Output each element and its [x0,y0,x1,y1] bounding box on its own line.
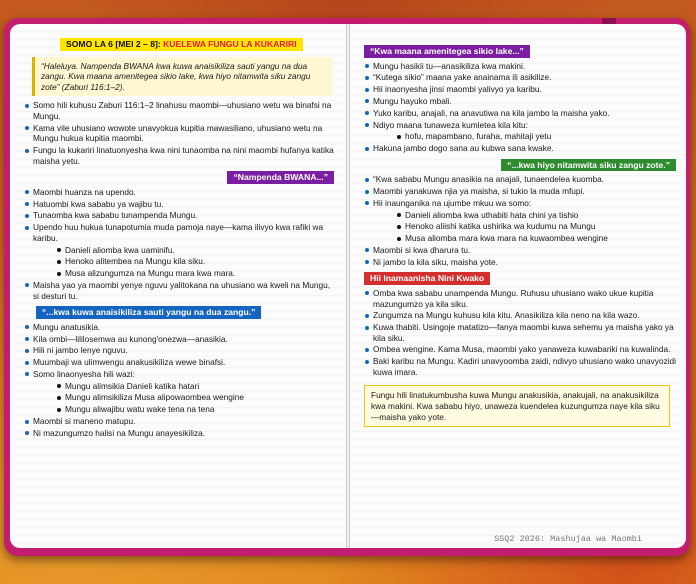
list-item: Omba kwa sababu unampenda Mungu. Ruhusu … [364,288,676,309]
list-item: Hatuombi kwa sababu ya wajibu tu. [24,199,334,210]
memory-verse-quote: “Haleluya. Nampenda BWANA kwa kuwa anais… [32,56,332,97]
list-item: Mungu hayuko mbali. [364,96,676,107]
lesson-title: KUELEWA FUNGU LA KUKARIRI [163,39,297,49]
list-item: Yuko karibu, anajali, na anavutiwa na ki… [364,108,676,119]
list-item: Zungumza na Mungu kuhusu kila kitu. Anas… [364,310,676,321]
lesson-number: SOMO LA 6 [MEI 2 – 8]: [66,39,161,49]
list-item: Ni mazungumzo halisi na Mungu anayesikil… [24,428,334,439]
section-header-love: “Nampenda BWANA...” [227,171,334,184]
closing-summary-box: Fungu hili linatukumbusha kuwa Mungu ana… [364,385,670,428]
section-header-hears: “...kwa kuwa anaisikiliza sauti yangu na… [36,306,262,319]
list-item: Hili ni jambo lenye nguvu. [24,345,334,356]
left-page: SOMO LA 6 [MEI 2 – 8]: KUELEWA FUNGU LA … [10,24,346,548]
list-item: Kama vile uhusiano wowote unavyokua kupi… [24,123,334,144]
list-item: Ni jambo la kila siku, maisha yote. [364,257,676,268]
list-item: Maisha yao ya maombi yenye nguvu yalitok… [24,280,334,301]
section-application-list: Omba kwa sababu unampenda Mungu. Ruhusu … [364,288,676,378]
list-item: Mungu anatusikia. [24,322,334,333]
right-page: “Kwa maana amenitegea sikio lake...” Mun… [350,24,686,548]
list-subitem: Mungu alimsikiliza Musa alipowaombea wen… [56,392,334,403]
list-item: Mungu hasikii tu—anasikiliza kwa makini. [364,61,676,72]
list-item: Fungu la kukariri linatuonyesha kwa nini… [24,145,334,166]
section-header-call: “...kwa hiyo nitamwita siku zangu zote.” [501,158,676,172]
list-item: Hii inaunganika na ujumbe mkuu wa somo: [364,198,676,209]
list-item: Baki karibu na Mungu. Kadiri unavyoomba … [364,356,676,377]
list-subitem: Danieli aliomba kwa uaminifu. [56,245,334,256]
section-header-ear: “Kwa maana amenitegea sikio lake...” [364,45,530,58]
section-call-list: “Kwa sababu Mungu anasikia na anajali, t… [364,174,676,267]
intro-list: Somo hili kuhusu Zaburi 116:1–2 linahusu… [24,100,334,166]
list-item: Hakuna jambo dogo sana au kubwa sana kwa… [364,143,676,154]
list-item: “Kutega sikio” maana yake anainama ili a… [364,72,676,83]
section-love-list: Maombi huanza na upendo. Hatuombi kwa sa… [24,187,334,301]
list-subitem: Musa alizungumza na Mungu mara kwa mara. [56,268,334,279]
list-subitem: Mungu aliwajibu watu wake tena na tena [56,404,334,415]
footer-caption: SSQ2 2026: Mashujaa wa Maombi [494,534,642,544]
lesson-header: SOMO LA 6 [MEI 2 – 8]: KUELEWA FUNGU LA … [60,38,303,51]
list-item: Somo linaonyesha hili wazi: [24,369,334,380]
list-item: Maombi yanakuwa njia ya maisha, si tukio… [364,186,676,197]
list-item: Somo hili kuhusu Zaburi 116:1–2 linahusu… [24,100,334,121]
list-subitem: Danieli aliomba kwa uthabiti hata chini … [396,210,676,221]
list-subitem: hofu, mapambano, furaha, mahitaji yetu [396,131,676,142]
list-item: Maombi si kwa dharura tu. [364,245,676,256]
list-subitem: Henoko aliishi katika ushirika wa kudumu… [396,221,676,232]
list-item: Maombi huanza na upendo. [24,187,334,198]
list-item: Kila ombi—lililosemwa au kunong'onezwa—a… [24,334,334,345]
list-subitem: Henoko alitembea na Mungu kila siku. [56,256,334,267]
list-item: “Kwa sababu Mungu anasikia na anajali, t… [364,174,676,185]
list-item: Upendo huu hukua tunapotumia muda pamoja… [24,222,334,243]
list-item: Ombea wengine. Kama Musa, maombi yako ya… [364,344,676,355]
list-item: Ndiyo maana tunaweza kumletea kila kitu: [364,120,676,131]
list-item: Maombi si maneno matupu. [24,416,334,427]
section-hears-list: Mungu anatusikia. Kila ombi—lililosemwa … [24,322,334,439]
list-item: Kuwa thabiti. Usingoje matatizo—fanya ma… [364,322,676,343]
section-header-application: Hii Inamaanisha Nini Kwako [364,272,491,285]
list-item: Tunaomba kwa sababu tunampenda Mungu. [24,210,334,221]
section-ear-list: Mungu hasikii tu—anasikiliza kwa makini.… [364,61,676,154]
list-item: Hii inaonyesha jinsi maombi yalivyo ya k… [364,84,676,95]
list-item: Muumbaji wa ulimwengu anakusikiliza wewe… [24,357,334,368]
list-subitem: Musa aliomba mara kwa mara na kuwaombea … [396,233,676,244]
list-subitem: Mungu alimsikia Danieli katika hatari [56,381,334,392]
